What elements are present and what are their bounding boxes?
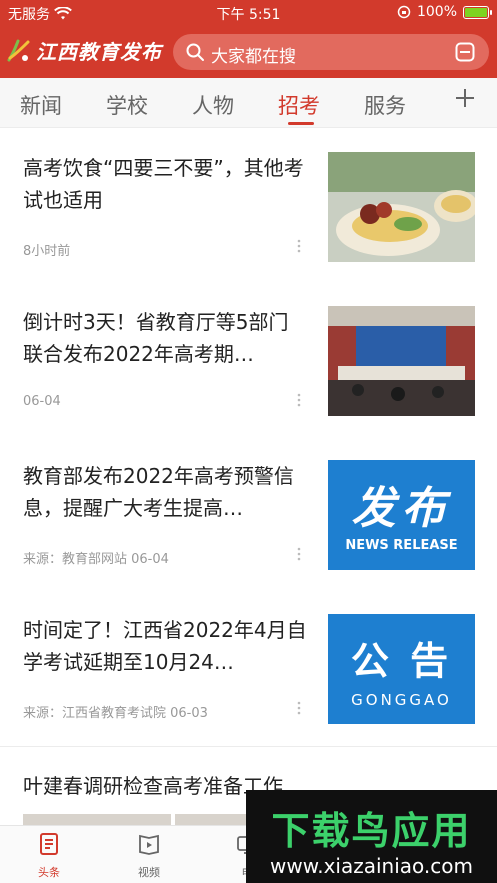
search-bar[interactable]: 大家都在搜 (173, 34, 489, 70)
news-item[interactable]: 倒计时3天！省教育厅等5部门联合发布2022年高考期… 06-04 (0, 284, 497, 439)
news-title: 时间定了！江西省2022年4月自学考试延期至10月24… (23, 618, 307, 674)
nav-label: 视频 (138, 866, 160, 879)
battery-percent: 100% (416, 4, 457, 20)
active-tab-indicator (288, 122, 314, 125)
watermark-overlay: 下载鸟应用 www.xiazainiao.com (246, 790, 497, 883)
status-bar: 无服务 下午 5:51 100% (0, 0, 497, 26)
tab-admissions[interactable]: 招考 (278, 90, 320, 120)
more-icon[interactable] (296, 546, 302, 562)
news-thumbnail-food (328, 152, 475, 262)
thumbnail-big-text: 发布 (351, 483, 452, 534)
news-item[interactable]: 教育部发布2022年高考预警信息，提醒广大考生提高… 来源：教育部网站 06-0… (0, 438, 497, 593)
rotation-lock-icon (397, 5, 411, 19)
logo-text: 江西教育发布 (36, 40, 162, 64)
tab-people[interactable]: 人物 (192, 90, 234, 120)
scan-icon[interactable] (455, 42, 475, 62)
thumbnail-small-text: NEWS RELEASE (345, 538, 458, 553)
news-thumbnail-press-conference (328, 306, 475, 416)
news-meta: 06-04 (23, 394, 61, 409)
search-placeholder: 大家都在搜 (211, 47, 296, 67)
thumbnail-small-text: GONGGAO (351, 691, 452, 709)
watermark-url: www.xiazainiao.com (270, 854, 473, 878)
thumbnail-big-text: 公 告 (350, 639, 453, 683)
news-title: 教育部发布2022年高考预警信息，提醒广大考生提高… (23, 464, 294, 520)
nav-video[interactable]: 视频 (119, 832, 179, 880)
news-meta: 来源：教育部网站 06-04 (23, 552, 169, 567)
news-meta: 8小时前 (23, 244, 71, 259)
watermark-title: 下载鸟应用 (271, 809, 472, 853)
app-header: 无服务 下午 5:51 100% 江西教育发布 大家都在搜 (0, 0, 497, 78)
more-icon[interactable] (296, 238, 302, 254)
news-item[interactable]: 时间定了！江西省2022年4月自学考试延期至10月24… 来源：江西省教育考试院… (0, 592, 497, 747)
logo-mark-icon (7, 39, 30, 61)
news-title: 高考饮食“四要三不要”，其他考试也适用 (23, 156, 304, 212)
search-icon (186, 43, 204, 61)
nav-label: 头条 (38, 866, 60, 879)
tab-services[interactable]: 服务 (364, 90, 406, 120)
news-title: 倒计时3天！省教育厅等5部门联合发布2022年高考期… (23, 310, 289, 366)
battery-icon (463, 5, 492, 19)
news-thumbnail-release: 发布 NEWS RELEASE (328, 460, 475, 570)
more-icon[interactable] (296, 392, 302, 408)
news-title: 叶建春调研检查高考准备工作 (23, 774, 283, 798)
headlines-icon (40, 833, 58, 855)
news-item[interactable]: 高考饮食“四要三不要”，其他考试也适用 8小时前 (0, 130, 497, 285)
more-icon[interactable] (296, 700, 302, 716)
news-meta: 来源：江西省教育考试院 06-03 (23, 706, 208, 721)
category-tabs: 新闻 学校 人物 招考 服务 (0, 78, 497, 128)
add-tab-icon[interactable] (453, 86, 477, 110)
tab-news[interactable]: 新闻 (20, 90, 62, 120)
status-right: 100% (397, 4, 492, 20)
app-logo[interactable]: 江西教育发布 (6, 36, 162, 65)
tab-schools[interactable]: 学校 (106, 90, 148, 120)
video-icon (139, 834, 159, 855)
nav-headlines[interactable]: 头条 (19, 832, 79, 880)
news-thumbnail-notice: 公 告 GONGGAO (328, 614, 475, 724)
app-bar: 江西教育发布 大家都在搜 (0, 30, 497, 74)
